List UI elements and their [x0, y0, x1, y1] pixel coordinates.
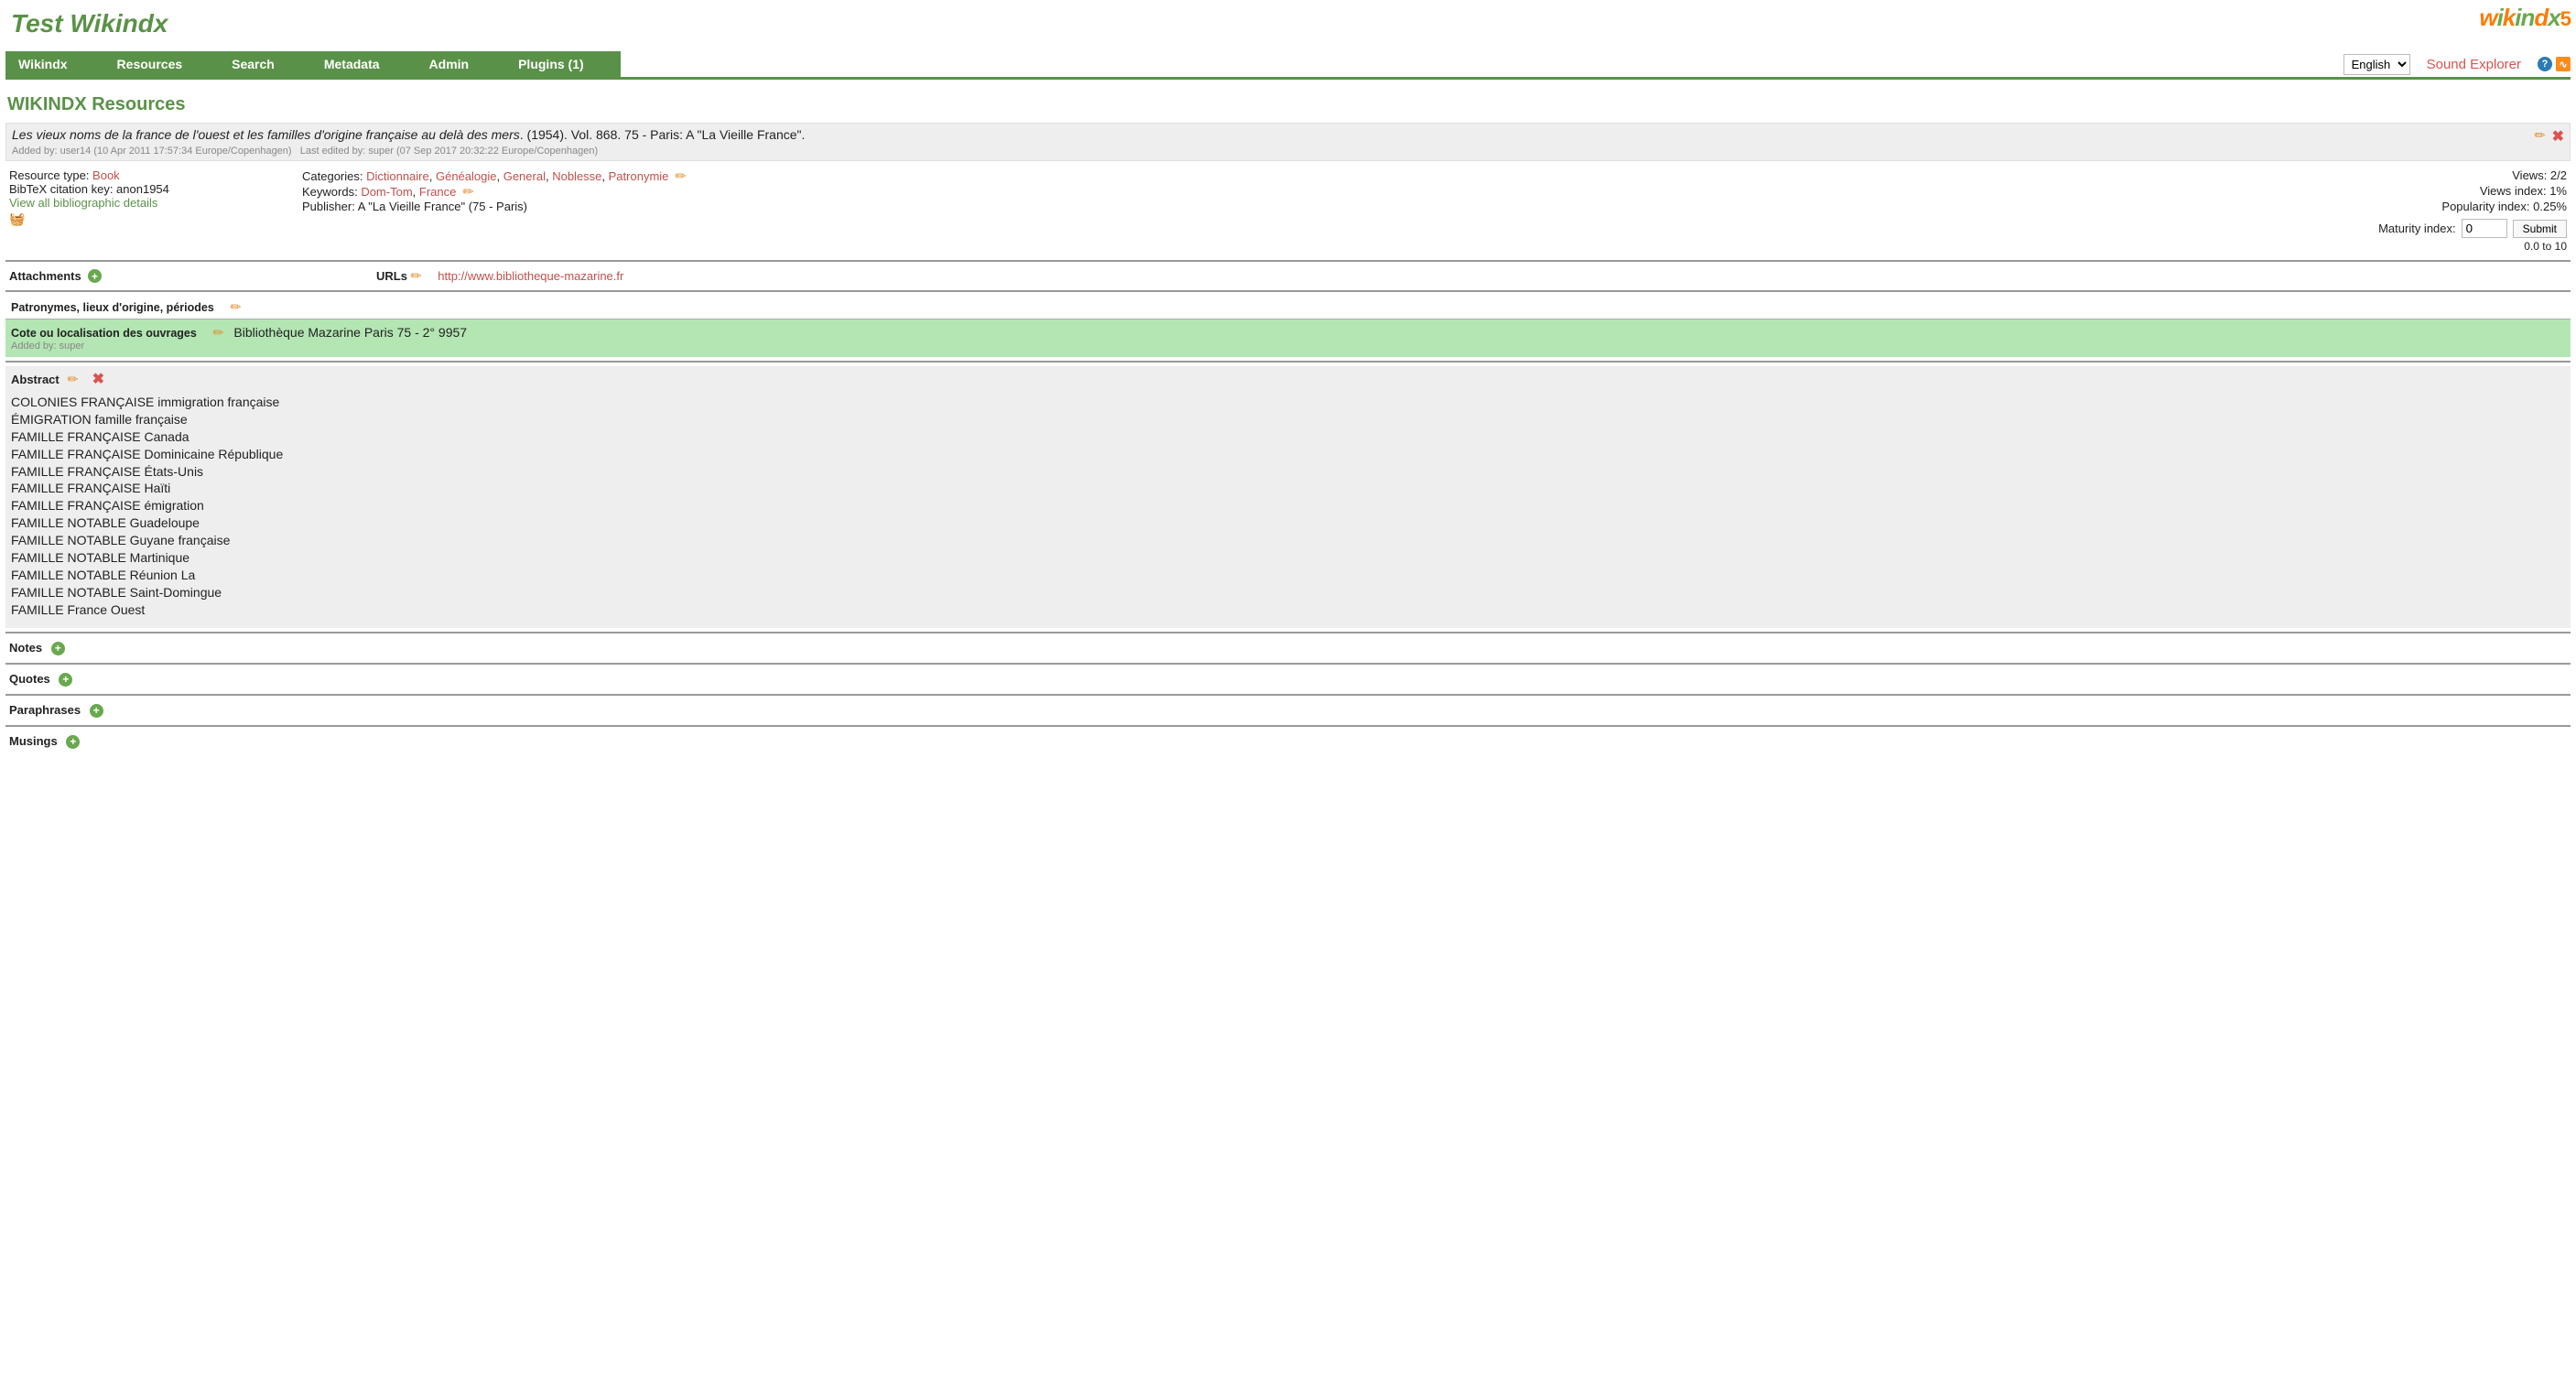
- divider: [5, 663, 2571, 665]
- category-link[interactable]: General: [503, 169, 546, 183]
- paraphrases-label: Paraphrases: [9, 703, 81, 717]
- category-link[interactable]: Généalogie: [436, 169, 497, 183]
- pencil-icon[interactable]: ✎: [671, 167, 689, 185]
- abstract-line: ÉMIGRATION famille française: [11, 411, 2565, 428]
- divider: [5, 361, 2571, 363]
- keyword-link[interactable]: Dom-Tom: [361, 185, 412, 199]
- cote-value: Bibliothèque Mazarine Paris 75 - 2° 9957: [233, 325, 467, 340]
- citation-details: . (1954). Vol. 868. 75 - Paris: A "La Vi…: [520, 127, 806, 142]
- cote-added-by: Added by: super: [11, 341, 2565, 352]
- plus-icon[interactable]: +: [66, 735, 80, 749]
- abstract-line: FAMILLE FRANÇAISE Dominicaine République: [11, 446, 2565, 463]
- abstract-line: FAMILLE NOTABLE Saint-Domingue: [11, 584, 2565, 601]
- pencil-icon[interactable]: ✎: [227, 298, 245, 316]
- plus-icon[interactable]: +: [88, 269, 102, 283]
- resource-type-label: Resource type:: [9, 168, 92, 182]
- publisher-value: A "La Vieille France" (75 - Paris): [358, 200, 527, 213]
- language-select[interactable]: English: [2343, 54, 2410, 75]
- menu-wikindx[interactable]: Wikindx: [5, 51, 104, 77]
- quotes-label: Quotes: [9, 672, 50, 686]
- divider: [5, 725, 2571, 727]
- plus-icon[interactable]: +: [59, 673, 72, 687]
- pencil-icon[interactable]: ✎: [64, 370, 82, 388]
- divider: [5, 260, 2571, 262]
- basket-icon[interactable]: 🧺: [9, 211, 25, 226]
- musings-label: Musings: [9, 734, 58, 748]
- bibtex-key: BibTeX citation key: anon1954: [9, 182, 302, 196]
- resource-type-link[interactable]: Book: [92, 168, 120, 182]
- urls-label: URLs: [376, 269, 407, 283]
- divider: [5, 632, 2571, 633]
- abstract-line: FAMILLE NOTABLE Guyane française: [11, 532, 2565, 549]
- patronymes-label: Patronymes, lieux d'origine, périodes: [11, 301, 222, 314]
- menu-resources[interactable]: Resources: [104, 51, 220, 77]
- publisher-label: Publisher:: [302, 200, 358, 213]
- divider: [5, 290, 2571, 292]
- keywords-label: Keywords:: [302, 185, 361, 199]
- abstract-line: FAMILLE FRANÇAISE États-Unis: [11, 463, 2565, 481]
- main-menu: Wikindx Resources Search Metadata Admin …: [5, 51, 621, 77]
- category-link[interactable]: Dictionnaire: [366, 169, 429, 183]
- plus-icon[interactable]: +: [90, 704, 103, 718]
- category-link[interactable]: Noblesse: [552, 169, 601, 183]
- help-icon[interactable]: ?: [2538, 57, 2552, 71]
- pencil-icon[interactable]: ✎: [459, 182, 477, 200]
- abstract-line: FAMILLE NOTABLE Guadeloupe: [11, 514, 2565, 532]
- abstract-line: COLONIES FRANÇAISE immigration française: [11, 394, 2565, 411]
- wikindx-logo: wikindx5: [2479, 4, 2571, 32]
- popularity-index: Popularity index: 0.25%: [2329, 200, 2567, 213]
- abstract-line: FAMILLE NOTABLE Réunion La: [11, 567, 2565, 584]
- category-link[interactable]: Patronymie: [609, 169, 669, 183]
- delete-icon[interactable]: ✖: [92, 372, 104, 387]
- menu-metadata[interactable]: Metadata: [311, 51, 417, 77]
- maturity-input[interactable]: [2462, 219, 2507, 238]
- categories-label: Categories:: [302, 169, 366, 183]
- abstract-line: FAMILLE NOTABLE Martinique: [11, 549, 2565, 567]
- pencil-icon[interactable]: ✎: [210, 323, 228, 341]
- keyword-link[interactable]: France: [419, 185, 456, 199]
- page-title: WIKINDX Resources: [7, 94, 2571, 115]
- menu-search[interactable]: Search: [219, 51, 311, 77]
- abstract-line: FAMILLE FRANÇAISE émigration: [11, 497, 2565, 514]
- pencil-icon[interactable]: ✎: [406, 266, 425, 285]
- menu-admin[interactable]: Admin: [417, 51, 506, 77]
- views-count: Views: 2/2: [2329, 168, 2567, 182]
- citation-box: Les vieux noms de la france de l'ouest e…: [5, 123, 2571, 161]
- abstract-label: Abstract: [11, 373, 60, 386]
- last-edited: Last edited by: super (07 Sep 2017 20:32…: [300, 146, 598, 157]
- notes-label: Notes: [9, 641, 42, 655]
- abstract-line: FAMILLE FRANÇAISE Haïti: [11, 480, 2565, 497]
- abstract-line: FAMILLE France Ouest: [11, 601, 2565, 619]
- delete-icon[interactable]: ✖: [2552, 127, 2564, 146]
- view-all-biblio-link[interactable]: View all bibliographic details: [9, 196, 157, 210]
- maturity-range: 0.0 to 10: [2329, 240, 2567, 253]
- abstract-content: COLONIES FRANÇAISE immigration française…: [11, 394, 2565, 619]
- cote-label: Cote ou localisation des ouvrages: [11, 327, 203, 340]
- submit-button[interactable]: Submit: [2513, 220, 2567, 238]
- sound-explorer-link[interactable]: Sound Explorer: [2427, 57, 2521, 72]
- citation-title: Les vieux noms de la france de l'ouest e…: [12, 127, 520, 142]
- attachments-label: Attachments: [9, 269, 81, 283]
- views-index: Views index: 1%: [2329, 184, 2567, 198]
- resource-url-link[interactable]: http://www.bibliotheque-mazarine.fr: [438, 269, 623, 283]
- menu-plugins[interactable]: Plugins (1): [505, 51, 621, 77]
- maturity-label: Maturity index:: [2378, 222, 2456, 235]
- added-by: Added by: user14 (10 Apr 2011 17:57:34 E…: [12, 146, 292, 157]
- divider: [5, 77, 2571, 80]
- plus-icon[interactable]: +: [51, 642, 65, 655]
- divider: [5, 694, 2571, 696]
- abstract-line: FAMILLE FRANÇAISE Canada: [11, 428, 2565, 446]
- site-title: Test Wikindx: [5, 4, 168, 49]
- rss-icon[interactable]: ∿: [2556, 57, 2571, 71]
- pencil-icon[interactable]: ✎: [2531, 126, 2551, 146]
